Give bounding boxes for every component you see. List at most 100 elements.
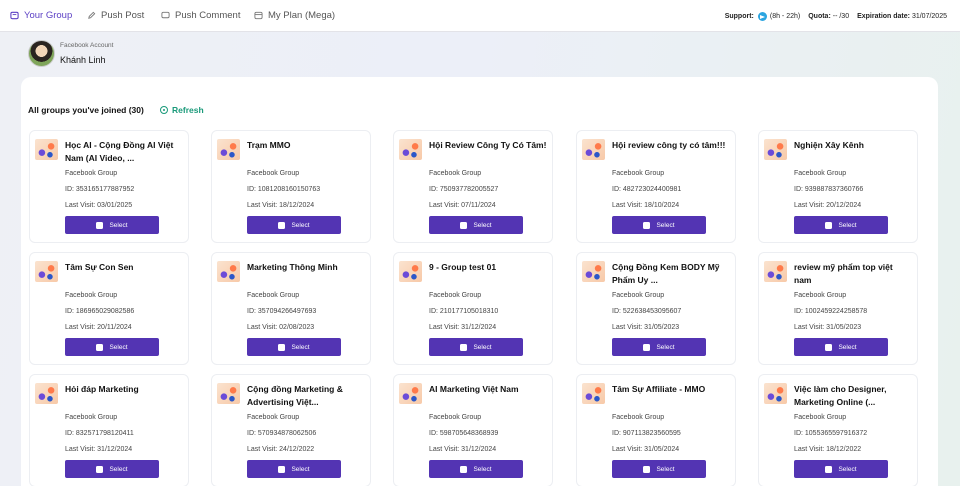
group-type: Facebook Group [612,414,665,421]
select-button[interactable]: Select [429,460,523,478]
select-button[interactable]: Select [65,460,159,478]
select-label: Select [656,221,675,229]
group-type: Facebook Group [612,170,665,177]
group-card: Học AI - Cộng Đồng AI Việt Nam (AI Video… [29,130,189,243]
select-button[interactable]: Select [247,460,341,478]
group-name: review mỹ phẩm top việt nam [794,262,893,285]
refresh-label: Refresh [172,105,204,115]
select-button[interactable]: Select [247,338,341,356]
group-card: Marketing Thông Minh Facebook Group ID: 35… [211,252,371,365]
tab-label: Push Post [101,10,145,21]
checkbox-icon[interactable] [278,221,286,229]
group-card: Hỏi đáp Marketing Facebook Group ID: 83257… [29,374,189,486]
group-name: AI Marketing Việt Nam [429,384,519,394]
support-label: Support: [724,12,754,20]
select-button[interactable]: Select [794,460,888,478]
group-name: Cộng Đồng Kem BODY Mỹ Phẩm Uy ... [612,262,720,285]
checkbox-icon[interactable] [643,343,651,351]
checkbox-icon[interactable] [96,465,104,473]
tab-my-plan[interactable]: My Plan (Mega) [254,0,335,32]
select-button[interactable]: Select [794,216,888,234]
tab-push-comment[interactable]: Push Comment [161,0,240,32]
telegram-icon[interactable] [757,11,767,21]
select-button[interactable]: Select [612,338,706,356]
checkbox-icon[interactable] [278,343,286,351]
group-thumbnail [35,383,58,404]
group-last-visit: Last Visit: 20/12/2024 [794,202,862,209]
group-type: Facebook Group [429,170,482,177]
checkbox-icon[interactable] [825,465,833,473]
group-last-visit: Last Visit: 03/01/2025 [65,202,133,209]
group-id: ID: 1055365597916372 [794,430,868,437]
checkbox-icon[interactable] [643,465,651,473]
group-last-visit: Last Visit: 07/11/2024 [429,202,496,209]
group-last-visit: Last Visit: 18/12/2024 [247,202,315,209]
checkbox-icon[interactable] [96,343,104,351]
select-button[interactable]: Select [65,216,159,234]
checkbox-icon[interactable] [460,465,468,473]
checkbox-icon[interactable] [825,343,833,351]
group-id: ID: 353165177887952 [65,186,135,193]
select-button[interactable]: Select [794,338,888,356]
select-button[interactable]: Select [429,338,523,356]
top-nav-bar: Your Group Push Post Push Comment My Pla… [0,0,960,32]
select-label: Select [656,465,675,473]
group-last-visit: Last Visit: 24/12/2022 [247,446,315,453]
group-card: Trạm MMO Facebook Group ID: 10812081601507… [211,130,371,243]
status-area: Support: (8h - 22h) Quota: -- /30 Expira… [725,0,947,32]
checkbox-icon[interactable] [825,221,833,229]
plan-icon [254,11,263,20]
account-name: Khánh Linh [60,55,106,65]
group-last-visit: Last Visit: 18/12/2022 [794,446,862,453]
group-thumbnail [399,139,422,160]
group-name: Trạm MMO [247,140,291,150]
group-name: Hội review công ty có tâm!!! [612,140,726,150]
group-id: ID: 750937782005527 [429,186,499,193]
select-label: Select [473,221,492,229]
group-name: Tâm Sự Con Sen [65,262,134,272]
edit-icon [88,11,96,19]
group-last-visit: Last Visit: 31/05/2023 [612,324,680,331]
group-type: Facebook Group [612,292,665,299]
group-card: Nghiện Xây Kênh Facebook Group ID: 9398878… [758,130,918,243]
group-thumbnail [35,139,58,160]
group-card: Tâm Sự Affiliate - MMO Facebook Group ID: … [576,374,736,486]
group-card: Việc làm cho Designer, Marketing Online … [758,374,918,486]
group-id: ID: 482723024400981 [612,186,682,193]
select-label: Select [838,343,857,351]
group-type: Facebook Group [794,292,847,299]
group-thumbnail [582,139,605,160]
select-button[interactable]: Select [429,216,523,234]
group-id: ID: 570934878062506 [247,430,317,437]
group-type: Facebook Group [65,170,118,177]
select-label: Select [109,343,128,351]
group-card: Hội review công ty có tâm!!! Facebook Gro… [576,130,736,243]
group-id: ID: 939887837360766 [794,186,864,193]
checkbox-icon[interactable] [278,465,286,473]
tab-your-group[interactable]: Your Group [10,0,72,32]
checkbox-icon[interactable] [460,343,468,351]
group-last-visit: Last Visit: 20/11/2024 [65,324,132,331]
checkbox-icon[interactable] [96,221,104,229]
select-label: Select [838,465,857,473]
group-thumbnail [764,261,787,282]
checkbox-icon[interactable] [643,221,651,229]
select-label: Select [291,465,310,473]
group-thumbnail [582,383,605,404]
facebook-account: Facebook Account Khánh Linh [28,40,113,67]
select-label: Select [291,221,310,229]
refresh-button[interactable]: Refresh [160,105,204,115]
select-button[interactable]: Select [612,460,706,478]
select-button[interactable]: Select [65,338,159,356]
group-card: review mỹ phẩm top việt nam Facebook Grou… [758,252,918,365]
select-button[interactable]: Select [247,216,341,234]
tab-push-post[interactable]: Push Post [87,0,144,32]
groups-title: All groups you've joined (30) [28,105,144,115]
avatar [28,40,55,67]
group-last-visit: Last Visit: 02/08/2023 [247,324,315,331]
tab-label: Your Group [24,10,73,21]
quota-label: Quota: [808,12,831,20]
checkbox-icon[interactable] [460,221,468,229]
group-id: ID: 907113823560595 [612,430,681,437]
select-button[interactable]: Select [612,216,706,234]
